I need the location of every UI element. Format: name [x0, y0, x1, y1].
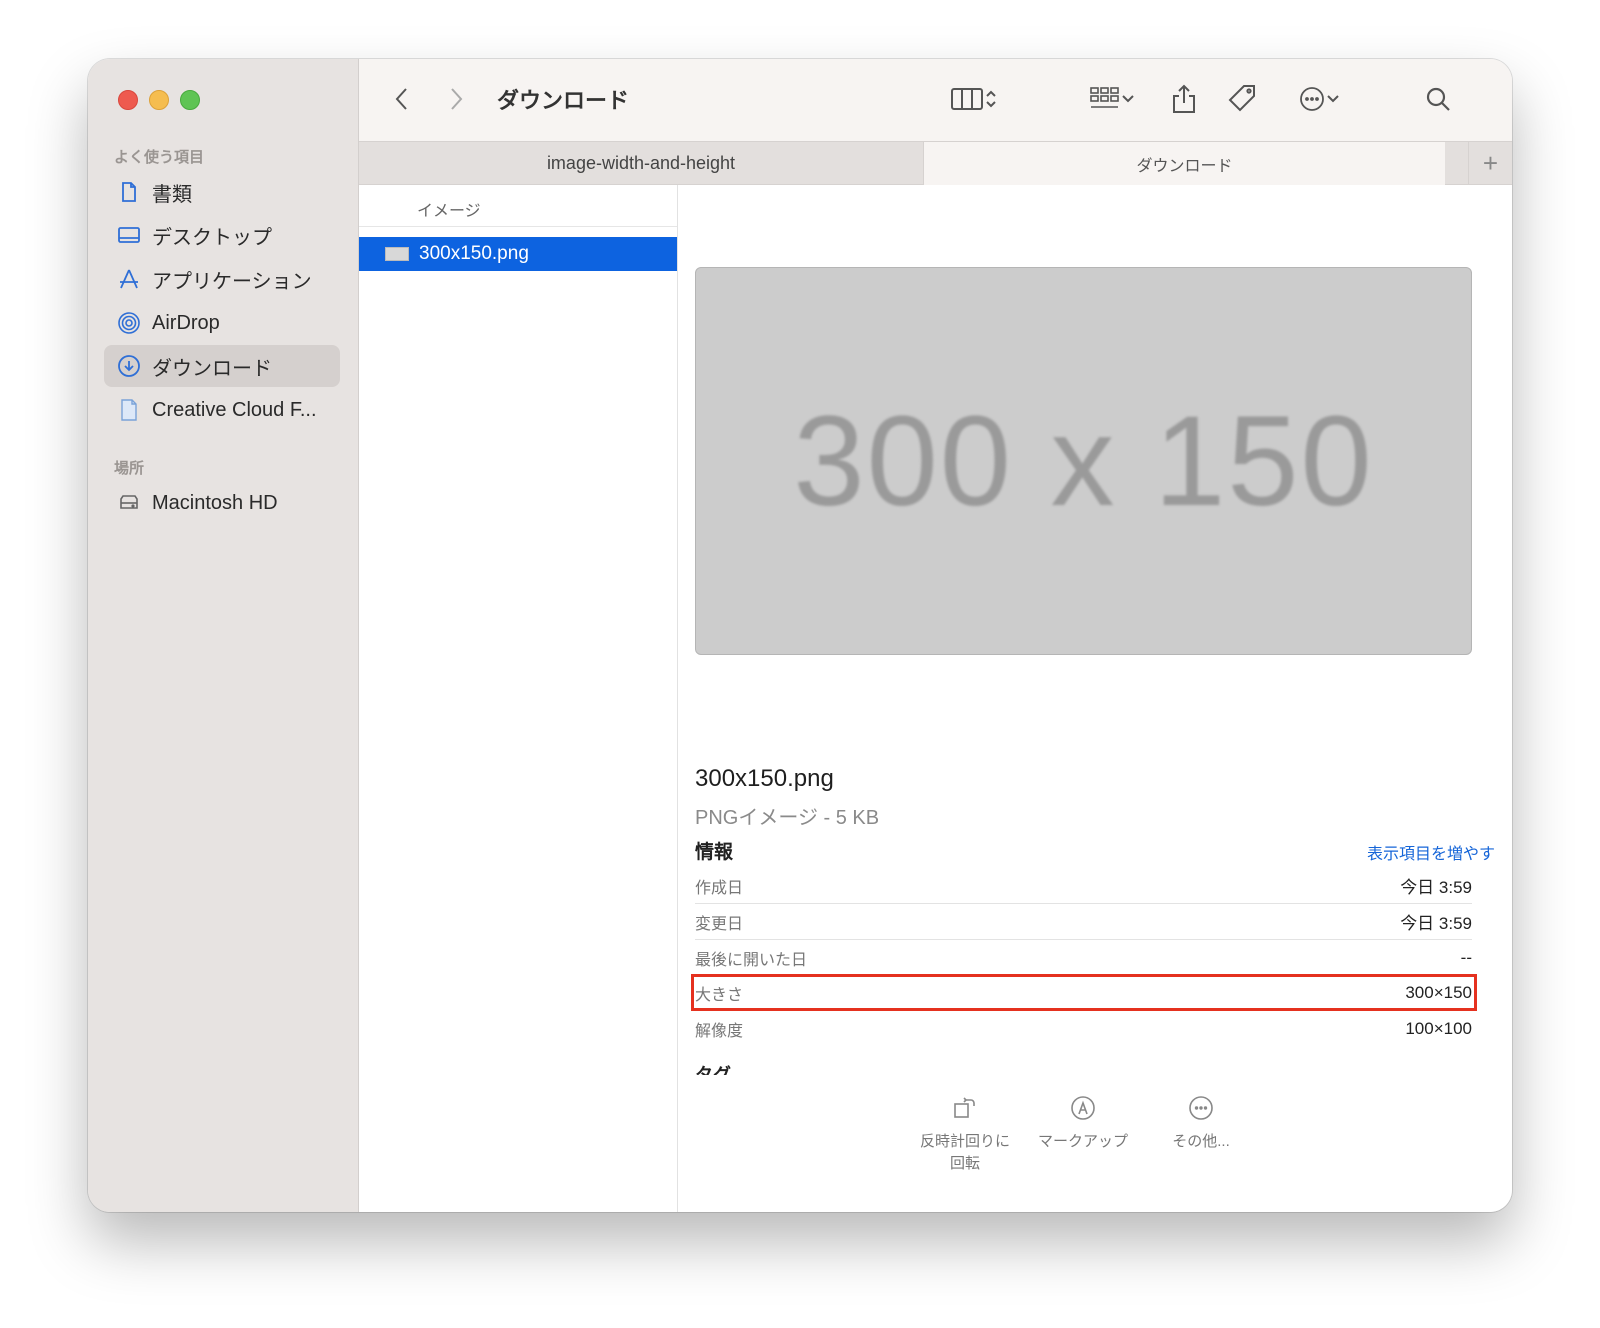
action-label: その他...	[1172, 1133, 1230, 1150]
info-section-title: 情報	[695, 842, 734, 863]
sidebar-item-label: ダウンロード	[152, 357, 272, 380]
share-button[interactable]	[1167, 81, 1201, 117]
rotate-left-button[interactable]: 反時計回りに 回転	[910, 1095, 1020, 1175]
image-file-icon	[385, 247, 409, 261]
close-button[interactable]	[118, 90, 138, 110]
sidebar-item-airdrop[interactable]: AirDrop	[104, 302, 340, 344]
sidebar-item-desktop[interactable]: デスクトップ	[104, 214, 340, 256]
info-row-created: 作成日 今日 3:59	[695, 868, 1472, 904]
preview-file-name: 300x150.png	[695, 765, 834, 792]
grid-icon	[1090, 87, 1119, 108]
search-button[interactable]	[1421, 81, 1455, 117]
thumbnail-text: 300 x 150	[793, 389, 1374, 533]
document-icon	[116, 179, 142, 205]
image-thumbnail: 300 x 150	[695, 267, 1472, 655]
info-row-resolution: 解像度 100×100	[695, 1011, 1472, 1047]
minimize-button[interactable]	[149, 90, 169, 110]
columns-view-icon	[951, 88, 983, 110]
tag-icon	[1228, 85, 1255, 112]
chevron-down-icon	[1122, 95, 1134, 103]
info-key: 解像度	[695, 1023, 744, 1040]
disk-icon	[116, 490, 142, 516]
search-icon	[1426, 87, 1450, 111]
sidebar-item-downloads[interactable]: ダウンロード	[104, 345, 340, 387]
sidebar-item-applications[interactable]: アプリケーション	[104, 258, 340, 300]
share-icon	[1173, 84, 1195, 113]
info-key: 作成日	[695, 879, 744, 897]
finder-window: よく使う項目 書類 デスクトップ アプリケーション AirDrop ダウンロード…	[88, 59, 1512, 1212]
info-value: 100×100	[1405, 1019, 1472, 1038]
markup-button[interactable]: マークアップ	[1028, 1095, 1138, 1153]
sidebar-item-label: 書類	[152, 183, 192, 206]
view-mode-button[interactable]	[939, 81, 1009, 117]
ellipsis-circle-icon	[1300, 87, 1324, 111]
forward-button[interactable]	[443, 81, 469, 117]
download-icon	[116, 353, 142, 379]
info-row-last-opened: 最後に開いた日 --	[695, 940, 1472, 976]
file-icon	[116, 397, 142, 423]
action-label: 反時計回りに 回転	[919, 1133, 1010, 1172]
dimensions-highlight-box	[691, 974, 1477, 1011]
window-title: ダウンロード	[497, 88, 630, 113]
preview-file-type: PNGイメージ - 5 KB	[695, 807, 880, 829]
tag-button[interactable]	[1223, 81, 1261, 117]
column-header: イメージ	[359, 185, 677, 227]
file-row-label: 300x150.png	[419, 243, 529, 264]
info-row-modified: 変更日 今日 3:59	[695, 904, 1472, 940]
more-icon	[1188, 1095, 1214, 1121]
sidebar: よく使う項目 書類 デスクトップ アプリケーション AirDrop ダウンロード…	[88, 59, 359, 1212]
applications-icon	[116, 266, 142, 292]
chevron-left-icon	[395, 88, 407, 110]
tab-bar: image-width-and-height ダウンロード +	[359, 141, 1512, 185]
file-column: イメージ 300x150.png	[359, 185, 678, 1212]
action-menu-button[interactable]	[1291, 81, 1347, 117]
new-tab-button[interactable]: +	[1468, 142, 1512, 185]
sidebar-item-creative-cloud[interactable]: Creative Cloud F...	[104, 389, 340, 431]
sidebar-item-macintosh-hd[interactable]: Macintosh HD	[104, 482, 340, 524]
window-controls	[118, 90, 200, 110]
tab-image-width-and-height[interactable]: image-width-and-height	[359, 142, 923, 185]
info-value: 今日 3:59	[1400, 878, 1472, 897]
chevron-right-icon	[451, 88, 463, 110]
more-actions-button[interactable]: その他...	[1146, 1095, 1256, 1153]
sidebar-item-label: デスクトップ	[152, 226, 272, 249]
sidebar-item-label: Creative Cloud F...	[152, 398, 317, 421]
chevron-down-icon	[1327, 95, 1339, 103]
info-key: 変更日	[695, 915, 744, 933]
zoom-button[interactable]	[180, 90, 200, 110]
back-button[interactable]	[389, 81, 415, 117]
airdrop-icon	[116, 310, 142, 336]
chevron-updown-icon	[986, 90, 996, 108]
file-row-selected[interactable]: 300x150.png	[359, 237, 677, 271]
sidebar-item-label: アプリケーション	[152, 270, 312, 293]
info-value: --	[1460, 947, 1472, 967]
info-value: 今日 3:59	[1400, 914, 1472, 933]
info-key: 最後に開いた日	[695, 951, 808, 969]
sidebar-item-documents[interactable]: 書類	[104, 171, 340, 213]
markup-icon	[1070, 1095, 1096, 1121]
tags-section-title: タグ	[695, 1065, 731, 1075]
preview-pane: 300 x 150 300x150.png PNGイメージ - 5 KB 情報 …	[679, 185, 1512, 1212]
group-button[interactable]	[1081, 81, 1143, 117]
favorites-section-title: よく使う項目	[114, 149, 205, 166]
rotate-left-icon	[952, 1095, 978, 1121]
show-more-link[interactable]: 表示項目を増やす	[1367, 840, 1495, 864]
desktop-icon	[116, 222, 142, 248]
locations-section-title: 場所	[114, 460, 145, 477]
action-label: マークアップ	[1037, 1133, 1128, 1150]
sidebar-item-label: AirDrop	[152, 311, 220, 334]
toolbar: ダウンロード	[359, 59, 1512, 141]
sidebar-item-label: Macintosh HD	[152, 491, 278, 514]
tab-downloads[interactable]: ダウンロード	[923, 142, 1445, 185]
